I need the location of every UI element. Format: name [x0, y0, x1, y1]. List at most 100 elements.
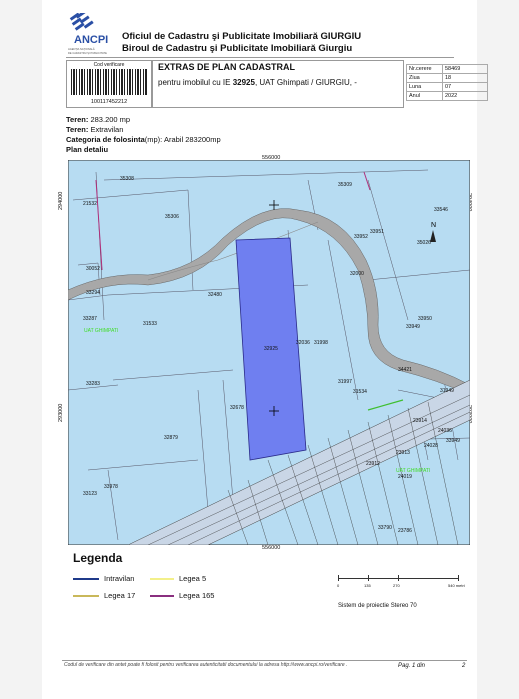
legend-label: Intravilan: [104, 574, 135, 583]
table-row: Luna 07: [406, 82, 488, 92]
logo-text: ANCPI: [74, 34, 108, 46]
info-key: Ziua: [406, 73, 443, 83]
plan-label: Plan detaliu: [66, 145, 109, 154]
parcel-label: 35026: [417, 240, 431, 246]
scale-label: 135: [364, 583, 371, 588]
table-row: Anul 2022: [406, 91, 488, 101]
table-row: Nr.cerere 58469: [406, 64, 488, 74]
verification-box: Cod verificare 100117452212: [66, 60, 152, 108]
parcel-label: 24036: [438, 428, 452, 434]
coord-bottom: 556000: [262, 545, 281, 551]
parcel-label: 23913: [396, 450, 410, 456]
info-value: 07: [442, 82, 488, 92]
teren-type-value: Extravilan: [90, 125, 124, 134]
scale-tick: [458, 575, 459, 581]
parcel-label: 33546: [434, 207, 448, 213]
scale-tick: [398, 575, 399, 581]
parcel-label: 33951: [370, 229, 384, 235]
table-row: Ziua 18: [406, 73, 488, 83]
scale-tick: [368, 575, 369, 581]
coord-left-top: 294000: [58, 191, 64, 210]
parcel-label: 33294: [86, 290, 100, 296]
parcel-label: 32000: [350, 271, 364, 277]
parcel-label: 34421: [398, 367, 412, 373]
parcel-label: 31533: [143, 321, 157, 327]
parcel-label: 23786: [398, 528, 412, 534]
subtitle-suffix: , UAT Ghimpati / GIURGIU, -: [254, 78, 357, 87]
category-unit: (mp):: [144, 135, 163, 144]
parcel-label: 31534: [353, 389, 367, 395]
info-key: Nr.cerere: [406, 64, 443, 74]
category-label: Categoria de folosinta: [66, 135, 145, 144]
parcel-label: 33949: [406, 324, 420, 330]
parcel-label: 31998: [314, 340, 328, 346]
footer-divider: [62, 660, 467, 661]
verification-code: 100117452212: [90, 99, 128, 105]
teren-area-label: Teren:: [66, 115, 89, 124]
barcode: [71, 69, 147, 95]
zone-label: UAT GHIMPATI: [84, 328, 118, 334]
header-divider: [66, 57, 454, 58]
parcel-label: 33790: [378, 525, 392, 531]
map-svg: N 35308 35309 21532 35306 33546 3395133952 350…: [67, 159, 471, 546]
plan-detaliu-label: Plan detaliu: [66, 145, 108, 154]
zone-label: UAT GHIMPATI: [396, 468, 430, 474]
ancpi-logo: ANCPI AGENŢIA NAŢIONALĂ DE CADASTRU ŞI P…: [66, 10, 118, 58]
page-total: 2: [462, 663, 466, 669]
info-key: Luna: [406, 82, 443, 92]
svg-text:N: N: [431, 222, 436, 229]
page-indicator: Pag. 1 din: [398, 663, 426, 669]
parcel-label: 33123: [83, 491, 97, 497]
parcel-label: 30052: [86, 266, 100, 272]
parcel-label: 32036: [296, 340, 310, 346]
parcel-label: 33287: [83, 316, 97, 322]
document-subtitle: pentru imobilul cu IE 32925, UAT Ghimpat…: [158, 78, 357, 87]
info-value: 2022: [442, 91, 488, 101]
cadastral-map: N 35308 35309 21532 35306 33546 33951 33952 350…: [67, 159, 471, 546]
parcel-label: 23912: [366, 461, 380, 467]
legend-swatch-legea165: [150, 595, 174, 597]
verification-label: Cod verificare: [93, 62, 125, 68]
parcel-label: 32480: [208, 292, 222, 298]
legend-label: Legea 5: [179, 574, 207, 583]
svg-text:AGENŢIA NAŢIONALĂ: AGENŢIA NAŢIONALĂ: [68, 47, 95, 51]
scale-label: 0: [337, 583, 340, 588]
scale-label: 270: [393, 583, 400, 588]
legend-label: Legea 17: [104, 591, 136, 600]
scale-label: 540 metri: [448, 583, 465, 588]
info-value: 58469: [442, 64, 488, 74]
parcel-label: 24019: [398, 474, 412, 480]
teren-area: Teren: 283.200 mp: [66, 115, 130, 124]
parcel-label: 35309: [338, 182, 352, 188]
parcel-label: 24028: [424, 443, 438, 449]
parcel-label: 32678: [230, 405, 244, 411]
projection-system: Sistem de proiectie Stereo 70: [338, 603, 417, 609]
ie-number: 32925: [232, 78, 255, 87]
legend-swatch-legea17: [73, 595, 99, 597]
parcel-label: 31997: [338, 379, 352, 385]
scale-tick: [338, 575, 339, 581]
request-info-table: Nr.cerere 58469 Ziua 18 Luna 07 Anul 2022: [406, 64, 488, 101]
document-title: EXTRAS DE PLAN CADASTRAL: [158, 62, 296, 72]
parcel-label: 23914: [413, 418, 427, 424]
parcel-label: 33283: [86, 381, 100, 387]
category-value: Arabil 283200mp: [163, 135, 221, 144]
parcel-label: 33950: [418, 316, 432, 322]
parcel-label: 33952: [354, 234, 368, 240]
parcel-label: 32879: [164, 435, 178, 441]
teren-category: Categoria de folosinta(mp): Arabil 28320…: [66, 135, 221, 144]
legend-swatch-legea5: [150, 578, 174, 580]
legend-title: Legenda: [73, 551, 123, 565]
parcel-label: 35306: [165, 214, 179, 220]
parcel-label: 32925: [264, 346, 278, 352]
teren-area-value: 283.200 mp: [90, 115, 131, 124]
legend-swatch-intravilan: [73, 578, 99, 580]
footer-note: Codul de verificare din antet poate fi f…: [64, 662, 348, 668]
parcel-label: 31949: [440, 388, 454, 394]
office-name: Biroul de Cadastru şi Publicitate Imobil…: [122, 43, 353, 54]
coord-left-bottom: 293000: [58, 403, 64, 422]
legend-label: Legea 165: [179, 591, 215, 600]
teren-type-label: Teren:: [66, 125, 89, 134]
parcel-label: 33978: [104, 484, 118, 490]
teren-type: Teren: Extravilan: [66, 125, 123, 134]
